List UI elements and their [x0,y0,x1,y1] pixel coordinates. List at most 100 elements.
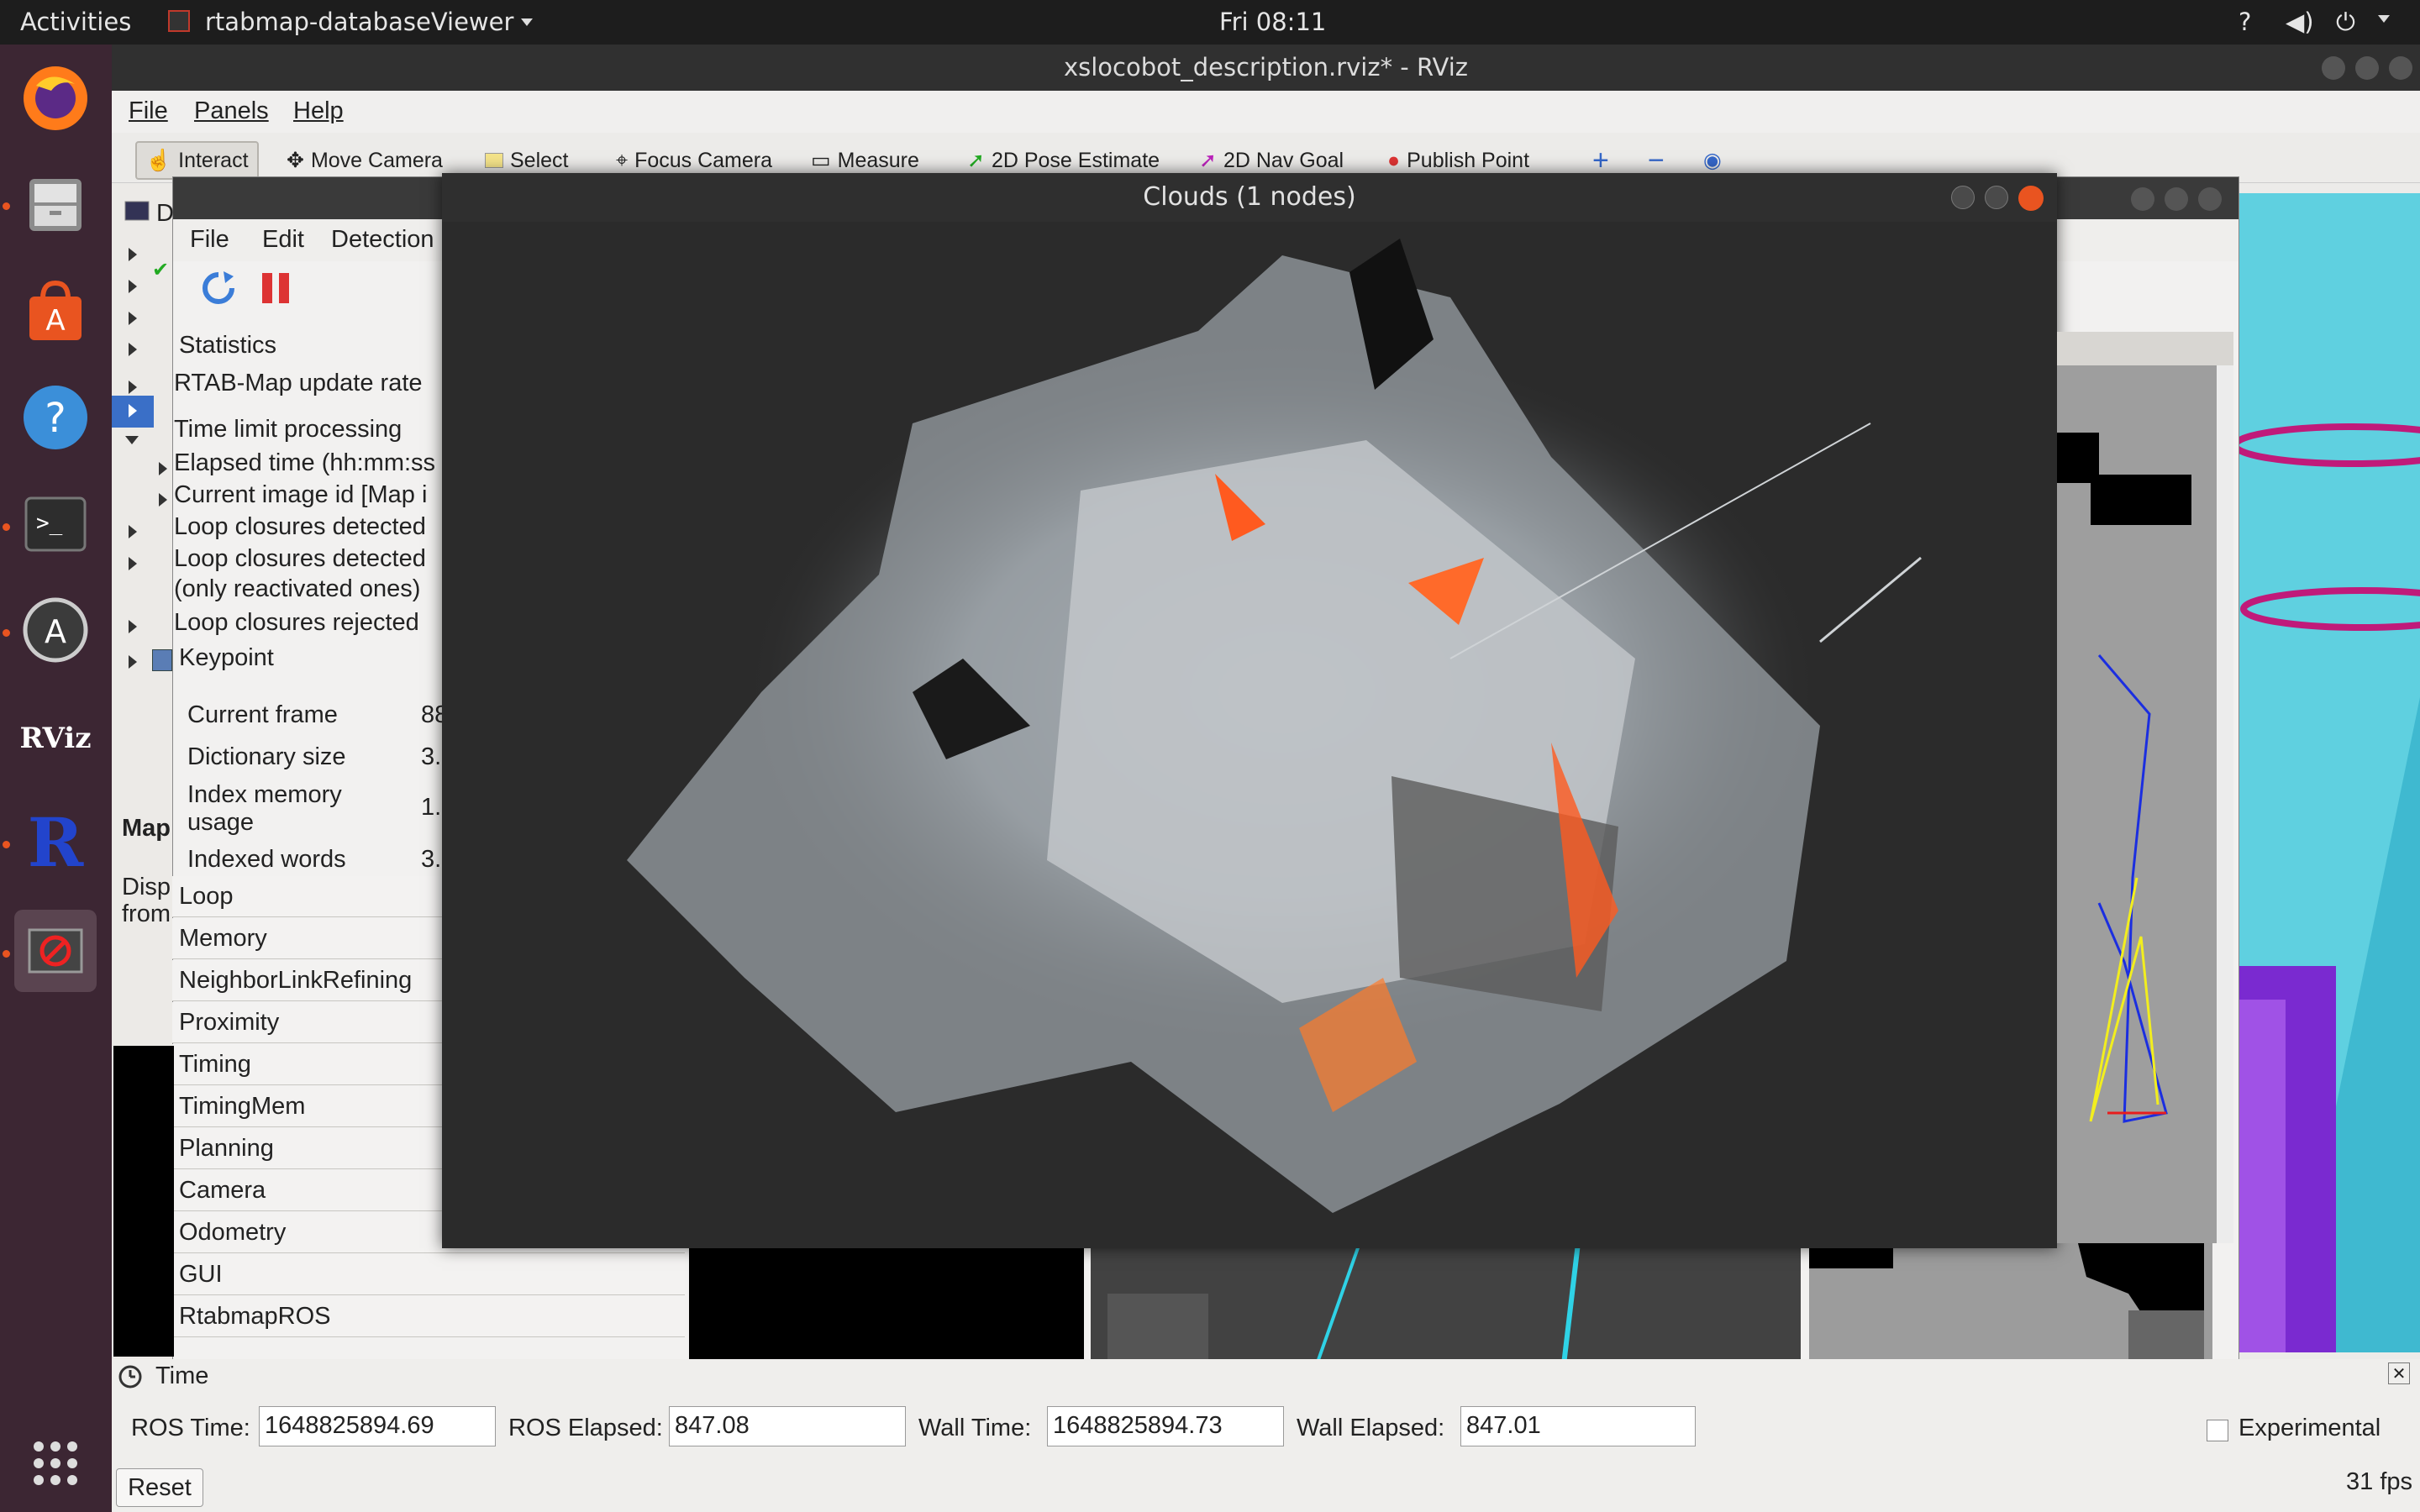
tree-item-loop-detected[interactable]: Loop closures detected [174,513,443,543]
wall-elapsed-field[interactable]: 847.01 [1460,1406,1696,1446]
map-panel-title: Map [122,815,171,842]
svg-text:A: A [45,304,65,338]
software-icon[interactable]: A [14,270,97,352]
stat-label: Current frame [187,701,338,728]
close-button[interactable] [2198,187,2222,211]
ros-time-label: ROS Time: [131,1415,250,1441]
section-gui[interactable]: GUI [172,1254,685,1295]
svg-text:>_: >_ [36,511,63,536]
minimize-button[interactable] [2131,187,2154,211]
minimize-button[interactable] [2322,56,2345,80]
app-icon [168,10,190,32]
fps-label: 31 fps [2346,1468,2412,1495]
rviz-icon[interactable]: RViz [14,696,97,778]
power-icon[interactable]: ⏻ [2336,8,2355,37]
experimental-checkbox[interactable] [2207,1420,2228,1441]
maximize-button[interactable] [2165,187,2188,211]
wall-time-label: Wall Time: [918,1415,1032,1441]
firefox-icon[interactable] [14,57,97,139]
time-panel-title: Time [155,1362,209,1389]
top-bar: Activities rtabmap-databaseViewer Fri 08… [0,0,2420,45]
check-icon: ✔ [152,259,170,281]
wall-elapsed-label: Wall Elapsed: [1297,1415,1445,1441]
purple-arrow-icon: ➚ [1199,149,1217,172]
stat-label: Index memory usage [187,781,342,836]
close-button[interactable] [2389,56,2412,80]
tree-item-loop-rejected[interactable]: Loop closures rejected [174,609,443,639]
window-title: xslocobot_description.rviz* - RViz [1063,53,1469,81]
menu-file[interactable]: File [190,226,229,254]
focus-icon: ⌖ [616,148,629,172]
stat-label: Indexed words [187,846,346,873]
map-panel-desc: from [122,900,171,927]
maximize-button[interactable] [2355,56,2379,80]
select-icon [485,153,503,168]
clouds-title: Clouds (1 nodes) [1143,182,1356,212]
section-rtabmap-ros[interactable]: RtabmapROS [172,1296,685,1337]
point-cloud-view[interactable] [442,222,2057,1248]
help-icon[interactable]: ? [14,376,97,459]
close-button[interactable] [2018,186,2044,211]
rviz-3d-view[interactable] [2235,193,2420,1352]
displays-header: D [156,200,174,227]
refresh-icon[interactable] [200,270,237,307]
clouds-title-bar: Clouds (1 nodes) [442,173,2057,222]
tree-item-statistics[interactable]: Statistics [179,332,448,362]
blocked-icon[interactable] [14,910,97,992]
app-menu-button[interactable]: rtabmap-databaseViewer [205,8,513,36]
ros-elapsed-field[interactable]: 847.08 [669,1406,906,1446]
accessibility-icon[interactable]: ? [2238,8,2251,36]
maximize-button[interactable] [1985,186,2008,209]
tree-item-keypoint[interactable]: Keypoint [179,644,448,675]
svg-text:R: R [28,804,84,879]
reset-button[interactable]: Reset [116,1468,203,1507]
menu-file[interactable]: File [129,97,168,125]
experimental-label: Experimental [2238,1415,2381,1441]
clouds-window: Clouds (1 nodes) [442,173,2057,1248]
dock: A ? >_ A RViz R [0,45,112,1512]
activities-button[interactable]: Activities [20,8,131,36]
tree-item-update-rate[interactable]: RTAB-Map update rate [174,370,443,400]
move-icon: ✥ [287,149,304,172]
updater-icon[interactable]: A [14,589,97,671]
map-panel-desc: Disp [122,874,171,900]
menu-help[interactable]: Help [293,97,344,125]
map-pin-icon: ● [1387,148,1401,172]
clock-icon [118,1364,143,1389]
right-panel [2057,332,2233,1243]
clock[interactable]: Fri 08:11 [1219,8,1326,36]
tree-item-elapsed[interactable]: Elapsed time (hh:mm:ss [174,449,443,480]
close-panel-button[interactable]: ✕ [2388,1362,2410,1384]
ros-time-field[interactable]: 1648825894.69 [259,1406,496,1446]
ruler-icon: ▭ [811,149,831,172]
svg-text:RViz: RViz [19,722,91,755]
stat-label: Dictionary size [187,743,346,770]
chevron-down-icon [521,18,533,26]
wall-time-field[interactable]: 1648825894.73 [1047,1406,1284,1446]
app-grid-icon[interactable] [14,1422,97,1504]
minimize-button[interactable] [1951,186,1975,209]
tree-item-reactivated: (only reactivated ones) [174,575,421,602]
r-icon[interactable]: R [14,801,97,883]
svg-text:?: ? [45,395,66,442]
hand-icon: ☝ [145,148,172,172]
menu-edit[interactable]: Edit [262,226,304,254]
tool-interact[interactable]: ☝ Interact [135,141,259,180]
svg-text:A: A [45,613,66,650]
volume-icon[interactable]: ◀) [2286,8,2314,36]
files-icon[interactable] [14,162,97,244]
green-arrow-icon: ➚ [967,149,985,172]
pause-icon[interactable] [260,271,292,305]
tool-move-camera[interactable]: ✥ Move Camera [278,141,451,180]
tree-item-time-limit[interactable]: Time limit processing [174,416,443,446]
chevron-down-icon [2378,15,2390,23]
rviz-title-bar: xslocobot_description.rviz* - RViz [112,45,2420,91]
image-panel-view [113,1046,174,1357]
tree-item-current-image[interactable]: Current image id [Map i [174,481,443,512]
rviz-menu-bar: File Panels Help [112,91,2420,133]
terminal-icon[interactable]: >_ [14,483,97,565]
folder-icon [152,649,172,671]
menu-detection[interactable]: Detection [331,226,434,254]
tree-item-loop-detected-2[interactable]: Loop closures detected [174,545,443,575]
menu-panels[interactable]: Panels [194,97,269,125]
